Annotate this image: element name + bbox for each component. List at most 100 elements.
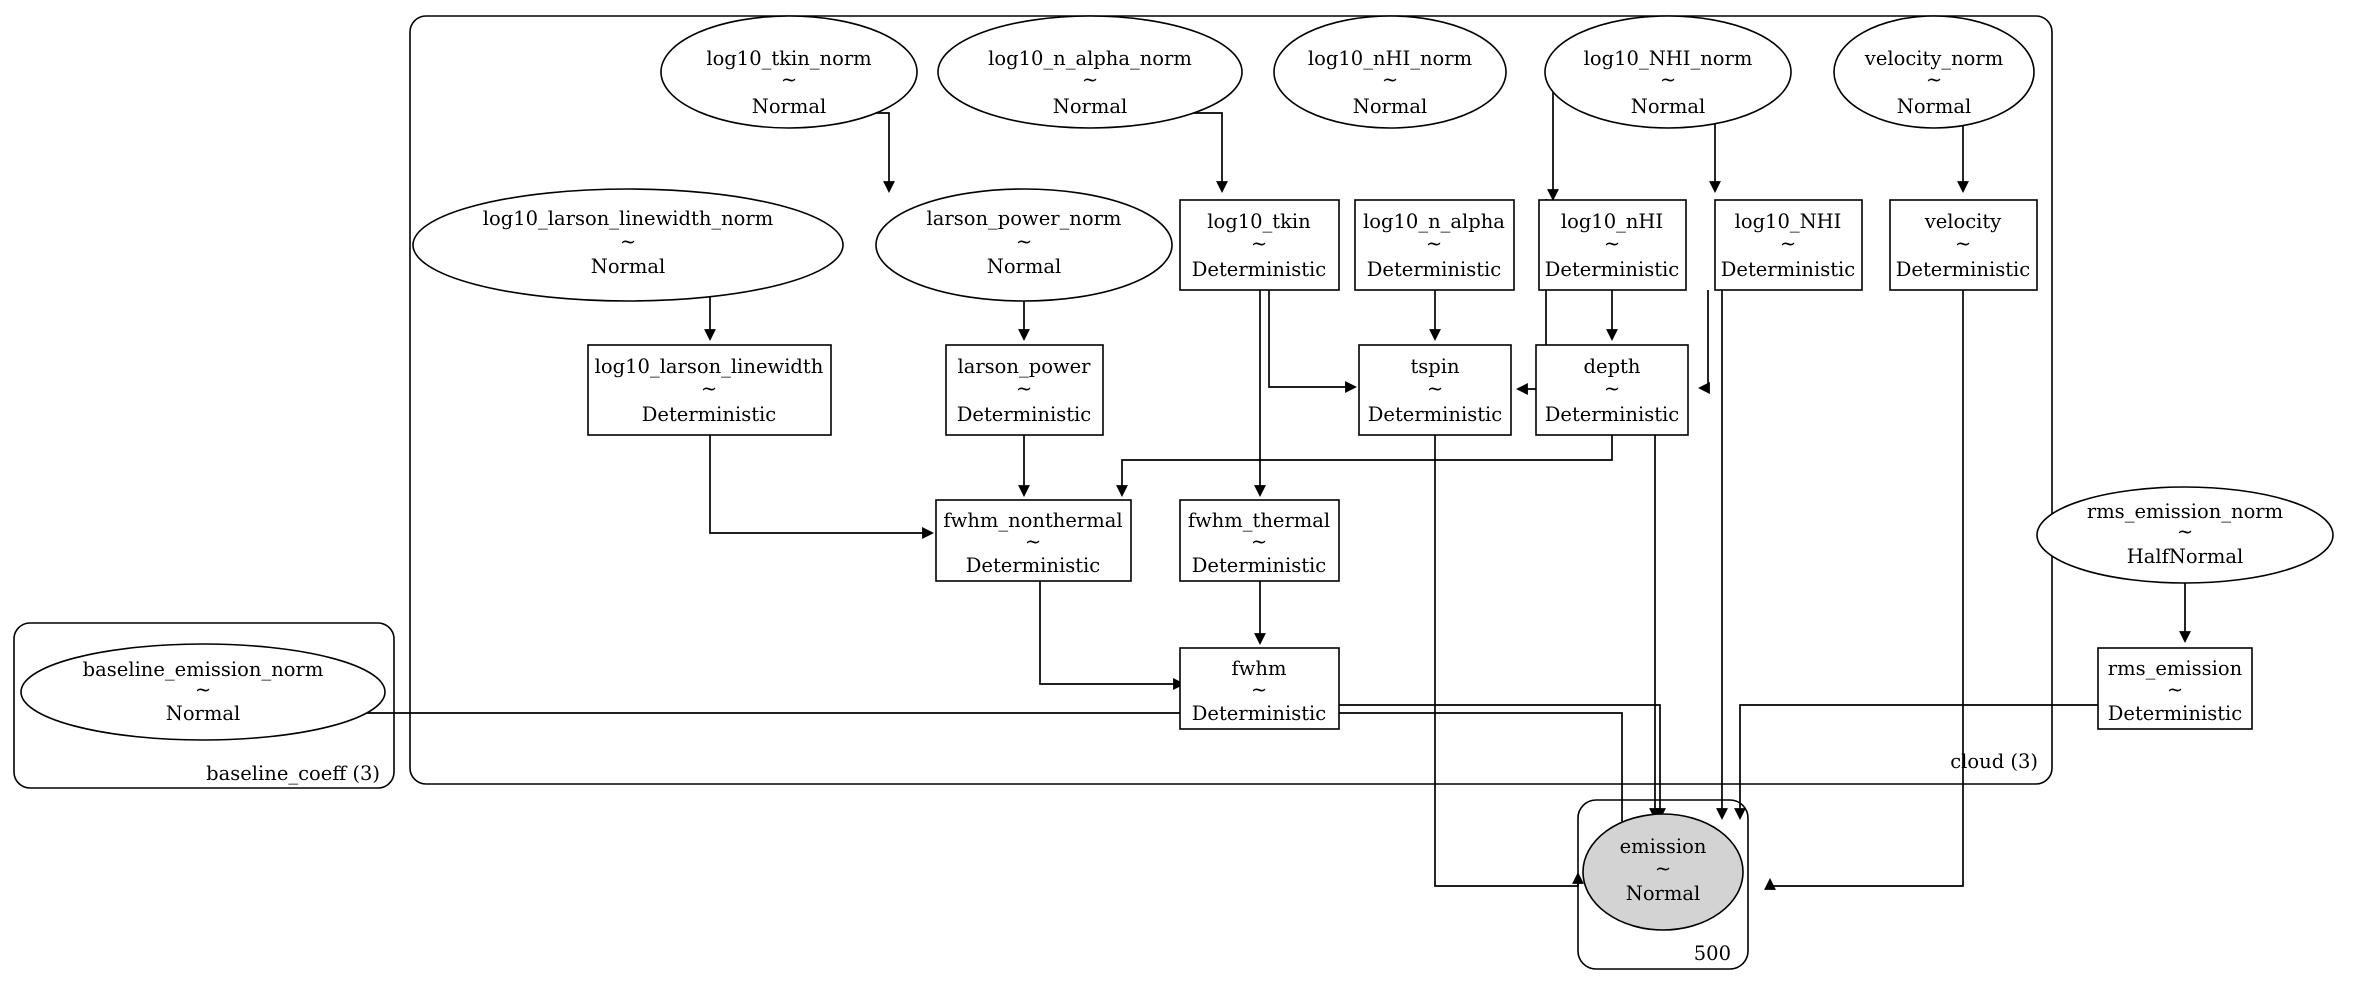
edge-log10_larson_linewidth-fwhm_nonthermal (709, 435, 934, 539)
node-emission-name: emission (1620, 835, 1707, 858)
node-log10_NHI[interactable]: log10_NHI ~ Deterministic (1714, 199, 1863, 291)
diagram-canvas: cloud (3) baseline_coeff (3) 500 log10_t… (0, 0, 2365, 988)
node-log10_NHI_norm-name: log10_NHI_norm (1584, 47, 1753, 70)
node-log10_larson_linewidth_norm[interactable]: log10_larson_linewidth_norm ~ Normal (412, 188, 844, 302)
node-log10_NHI-tilde: ~ (1780, 232, 1796, 255)
node-log10_n_alpha_norm-name: log10_n_alpha_norm (988, 47, 1192, 70)
node-log10_tkin_norm[interactable]: log10_tkin_norm ~ Normal (660, 15, 918, 129)
node-log10_nHI-name: log10_nHI (1561, 210, 1663, 233)
node-larson_power[interactable]: larson_power ~ Deterministic (945, 344, 1104, 436)
node-log10_tkin-dist: Deterministic (1192, 258, 1326, 281)
node-larson_power_norm-name: larson_power_norm (927, 207, 1122, 230)
node-velocity_norm[interactable]: velocity_norm ~ Normal (1833, 15, 2035, 129)
node-log10_larson_linewidth_norm-name: log10_larson_linewidth_norm (483, 207, 774, 230)
node-log10_larson_linewidth-name: log10_larson_linewidth (595, 355, 824, 378)
node-tspin[interactable]: tspin ~ Deterministic (1358, 344, 1512, 436)
node-log10_n_alpha-dist: Deterministic (1367, 258, 1501, 281)
edge-log10_tkin-tspin (1268, 290, 1357, 393)
node-rms_emission-name: rms_emission (2108, 657, 2243, 680)
node-fwhm_thermal-dist: Deterministic (1192, 554, 1326, 577)
edge-depth-fwhm_nonthermal (1116, 435, 1613, 497)
node-log10_nHI_norm[interactable]: log10_nHI_norm ~ Normal (1273, 15, 1507, 129)
node-velocity-tilde: ~ (1955, 232, 1971, 255)
node-rms_emission_norm[interactable]: rms_emission_norm ~ HalfNormal (2036, 486, 2334, 584)
plate-emission-label: 500 (1694, 942, 1731, 965)
node-log10_NHI-name: log10_NHI (1735, 210, 1842, 233)
node-larson_power_norm-dist: Normal (987, 255, 1061, 278)
model-graph: cloud (3) baseline_coeff (3) 500 log10_t… (13, 15, 2334, 970)
edge-baseline_emission_norm-emission (332, 712, 1623, 872)
node-log10_larson_linewidth_norm-dist: Normal (591, 255, 665, 278)
edge-rms_emission-emission (1734, 704, 2099, 820)
node-velocity-dist: Deterministic (1896, 258, 2030, 281)
node-fwhm_nonthermal-name: fwhm_nonthermal (943, 509, 1122, 532)
node-velocity[interactable]: velocity ~ Deterministic (1889, 199, 2038, 291)
edge-velocity-emission (1764, 290, 1964, 890)
node-log10_NHI-dist: Deterministic (1721, 258, 1855, 281)
node-larson_power-dist: Deterministic (957, 403, 1091, 426)
node-emission[interactable]: emission ~ Normal (1582, 813, 1744, 931)
node-rms_emission[interactable]: rms_emission ~ Deterministic (2097, 647, 2253, 730)
node-log10_NHI_norm-tilde: ~ (1660, 68, 1676, 91)
node-log10_larson_linewidth[interactable]: log10_larson_linewidth ~ Deterministic (587, 344, 832, 436)
node-rms_emission-tilde: ~ (2167, 678, 2183, 701)
node-tspin-name: tspin (1410, 355, 1460, 378)
node-log10_tkin_norm-dist: Normal (752, 95, 826, 118)
node-velocity-name: velocity (1924, 210, 2002, 233)
node-larson_power_norm-tilde: ~ (1016, 230, 1032, 253)
node-log10_nHI_norm-tilde: ~ (1382, 68, 1398, 91)
edge-log10_NHI-depth (1698, 290, 1710, 394)
node-log10_n_alpha[interactable]: log10_n_alpha ~ Deterministic (1354, 199, 1515, 291)
edge-fwhm_nonthermal-fwhm (1039, 581, 1185, 690)
node-fwhm_nonthermal-tilde: ~ (1025, 530, 1041, 553)
node-velocity_norm-name: velocity_norm (1864, 47, 2003, 70)
node-log10_n_alpha_norm-tilde: ~ (1082, 68, 1098, 91)
node-log10_nHI-tilde: ~ (1604, 232, 1620, 255)
node-depth-dist: Deterministic (1545, 403, 1679, 426)
node-fwhm-tilde: ~ (1251, 678, 1267, 701)
node-rms_emission_norm-tilde: ~ (2177, 520, 2193, 543)
node-rms_emission-dist: Deterministic (2108, 702, 2242, 725)
node-velocity_norm-dist: Normal (1897, 95, 1971, 118)
node-fwhm_thermal[interactable]: fwhm_thermal ~ Deterministic (1179, 499, 1340, 582)
node-baseline_emission_norm-tilde: ~ (195, 678, 211, 701)
node-emission-tilde: ~ (1655, 857, 1671, 880)
node-fwhm[interactable]: fwhm ~ Deterministic (1179, 647, 1340, 730)
node-log10_n_alpha-name: log10_n_alpha (1363, 210, 1505, 233)
node-tspin-dist: Deterministic (1368, 403, 1502, 426)
node-log10_NHI_norm-dist: Normal (1631, 95, 1705, 118)
node-log10_nHI_norm-name: log10_nHI_norm (1308, 47, 1472, 70)
node-log10_larson_linewidth-tilde: ~ (701, 377, 717, 400)
node-fwhm_thermal-name: fwhm_thermal (1188, 509, 1330, 532)
node-depth-tilde: ~ (1604, 377, 1620, 400)
node-depth-name: depth (1584, 355, 1641, 378)
node-log10_n_alpha_norm[interactable]: log10_n_alpha_norm ~ Normal (937, 15, 1243, 129)
node-fwhm-name: fwhm (1232, 657, 1287, 680)
node-baseline_emission_norm[interactable]: baseline_emission_norm ~ Normal (20, 643, 386, 741)
node-log10_tkin_norm-tilde: ~ (781, 68, 797, 91)
node-log10_tkin[interactable]: log10_tkin ~ Deterministic (1179, 199, 1340, 291)
node-rms_emission_norm-dist: HalfNormal (2127, 545, 2244, 568)
node-larson_power-name: larson_power (957, 355, 1091, 378)
node-emission-dist: Normal (1626, 882, 1700, 905)
node-log10_tkin-name: log10_tkin (1207, 210, 1311, 233)
node-larson_power-tilde: ~ (1016, 377, 1032, 400)
node-log10_nHI_norm-dist: Normal (1353, 95, 1427, 118)
node-log10_tkin-tilde: ~ (1251, 232, 1267, 255)
edge-fwhm-emission (1334, 704, 1666, 820)
node-log10_n_alpha_norm-dist: Normal (1053, 95, 1127, 118)
node-log10_tkin_norm-name: log10_tkin_norm (706, 47, 871, 70)
node-log10_nHI-dist: Deterministic (1545, 258, 1679, 281)
node-fwhm-dist: Deterministic (1192, 702, 1326, 725)
node-larson_power_norm[interactable]: larson_power_norm ~ Normal (875, 188, 1173, 302)
node-log10_larson_linewidth_norm-tilde: ~ (620, 230, 636, 253)
node-depth[interactable]: depth ~ Deterministic (1535, 344, 1689, 436)
node-log10_larson_linewidth-dist: Deterministic (642, 403, 776, 426)
node-baseline_emission_norm-dist: Normal (166, 702, 240, 725)
node-log10_nHI[interactable]: log10_nHI ~ Deterministic (1538, 199, 1687, 291)
node-fwhm_nonthermal[interactable]: fwhm_nonthermal ~ Deterministic (935, 499, 1132, 582)
node-fwhm_nonthermal-dist: Deterministic (966, 554, 1100, 577)
plate-baseline-label: baseline_coeff (3) (206, 762, 380, 785)
node-log10_NHI_norm[interactable]: log10_NHI_norm ~ Normal (1544, 15, 1792, 129)
node-velocity_norm-tilde: ~ (1926, 68, 1942, 91)
